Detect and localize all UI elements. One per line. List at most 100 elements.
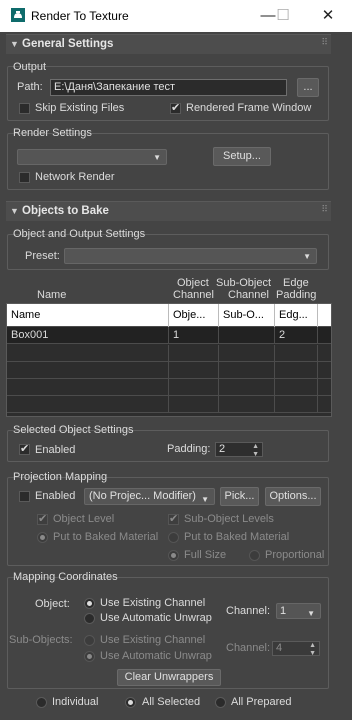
put-baked-material-label: Put to Baked Material — [53, 531, 159, 543]
maximize-button[interactable]: ☐ — [268, 4, 298, 28]
table-header-cell[interactable]: Name — [7, 304, 169, 327]
object-output-settings-label: Object and Output Settings — [13, 228, 146, 240]
app-teapot-icon — [11, 8, 25, 22]
sub-put-baked-material-radio[interactable] — [168, 532, 179, 543]
table-cell — [219, 327, 275, 344]
column-object-channel-2: Channel — [173, 289, 214, 301]
all-prepared-label: All Prepared — [231, 696, 292, 708]
table-header-cell[interactable]: Obje... — [169, 304, 219, 327]
collapse-arrow-icon: ▼ — [10, 39, 19, 49]
individual-radio[interactable] — [36, 697, 47, 708]
use-existing-channel-label: Use Existing Channel — [100, 597, 206, 609]
all-prepared-radio[interactable] — [215, 697, 226, 708]
sub-channel-spinner[interactable]: 4 ▲ ▼ — [272, 641, 320, 658]
object-label: Object: — [35, 598, 70, 610]
use-automatic-unwrap-radio[interactable] — [84, 613, 95, 624]
object-level-checkbox[interactable] — [37, 512, 48, 525]
mapping-coordinates-label: Mapping Coordinates — [13, 571, 118, 583]
table-cell: Box001 — [7, 327, 169, 344]
render-settings-label: Render Settings — [13, 127, 92, 139]
column-name-header: Name — [37, 289, 67, 301]
sub-use-automatic-unwrap-label: Use Automatic Unwrap — [100, 650, 212, 662]
projection-enabled-label: Enabled — [35, 490, 76, 502]
collapse-arrow-icon: ▼ — [10, 206, 19, 216]
column-subobject-channel-1: Sub-Object — [216, 277, 272, 289]
object-level-label: Object Level — [53, 513, 115, 525]
grip-icon: ⠿ — [321, 37, 328, 47]
rendered-frame-window-checkbox[interactable] — [170, 101, 181, 114]
chevron-down-icon: ▼ — [201, 495, 209, 504]
sub-channel-label: Channel: — [226, 642, 271, 654]
setup-button[interactable]: Setup... — [213, 147, 271, 166]
projection-mapping-label: Projection Mapping — [13, 471, 108, 483]
chevron-down-icon: ▼ — [307, 609, 315, 618]
column-edge-padding-2: Padding — [276, 289, 317, 301]
rollout-title: General Settings — [22, 38, 114, 50]
proportional-radio[interactable] — [249, 550, 260, 561]
table-row[interactable] — [7, 379, 331, 396]
table-row[interactable] — [7, 396, 331, 413]
table-header-row: Name Obje... Sub-O... Edg... — [7, 304, 331, 327]
network-render-label: Network Render — [35, 171, 115, 183]
table-row[interactable] — [7, 362, 331, 379]
padding-spinner[interactable]: 2 ▲ ▼ — [215, 442, 263, 459]
column-subobject-channel-2: Channel — [228, 289, 269, 301]
preset-dropdown[interactable]: ▼ — [64, 248, 317, 264]
chevron-down-icon: ▼ — [303, 252, 311, 261]
options-button[interactable]: Options... — [265, 487, 321, 506]
table-header-cell[interactable]: Edg... — [275, 304, 318, 327]
sub-object-levels-label: Sub-Object Levels — [184, 513, 274, 525]
table-cell: 2 — [275, 327, 318, 344]
use-automatic-unwrap-label: Use Automatic Unwrap — [100, 612, 212, 624]
sub-use-existing-channel-label: Use Existing Channel — [100, 634, 206, 646]
preset-label: Preset: — [25, 250, 60, 262]
sub-objects-label: Sub-Objects: — [9, 634, 73, 646]
projection-modifier-dropdown[interactable]: (No Projec... Modifier) ▼ — [84, 488, 215, 505]
projection-enabled-checkbox[interactable] — [19, 491, 30, 502]
rollout-title: Objects to Bake — [22, 205, 109, 217]
chevron-down-icon: ▼ — [153, 153, 161, 162]
column-object-channel-1: Object — [177, 277, 209, 289]
general-settings-rollout[interactable]: ▼ General Settings ⠿ — [6, 34, 331, 54]
path-field[interactable]: E:\Даня\Запекание тест — [50, 79, 287, 96]
all-selected-radio[interactable] — [125, 697, 136, 708]
spinner-arrows-icon[interactable]: ▲ ▼ — [309, 642, 316, 658]
sub-use-existing-channel-radio[interactable] — [84, 635, 95, 646]
table-row[interactable]: Box001 1 2 — [7, 327, 331, 344]
clear-unwrappers-button[interactable]: Clear Unwrappers — [117, 669, 221, 686]
window-title: Render To Texture — [31, 9, 129, 23]
selected-enabled-checkbox[interactable] — [19, 442, 30, 455]
sub-channel-value: 4 — [276, 642, 283, 654]
projection-modifier-value: (No Projec... Modifier) — [89, 490, 196, 502]
skip-existing-checkbox[interactable] — [19, 103, 30, 114]
spinner-arrows-icon[interactable]: ▲ ▼ — [252, 443, 259, 459]
objects-to-bake-rollout[interactable]: ▼ Objects to Bake ⠿ — [6, 201, 331, 221]
path-label: Path: — [17, 81, 43, 93]
column-edge-padding-1: Edge — [283, 277, 309, 289]
padding-label: Padding: — [167, 443, 211, 455]
proportional-label: Proportional — [265, 549, 325, 561]
render-preset-dropdown[interactable]: ▼ — [17, 149, 167, 165]
rendered-frame-window-label: Rendered Frame Window — [186, 102, 312, 114]
full-size-label: Full Size — [184, 549, 227, 561]
objects-table[interactable]: Name Obje... Sub-O... Edg... Box001 1 2 — [6, 303, 332, 417]
close-button[interactable]: ✕ — [313, 4, 343, 28]
table-row[interactable] — [7, 345, 331, 362]
sub-use-automatic-unwrap-radio[interactable] — [84, 651, 95, 662]
use-existing-channel-radio[interactable] — [84, 598, 95, 609]
put-baked-material-radio[interactable] — [37, 532, 48, 543]
full-size-radio[interactable] — [168, 550, 179, 561]
scrollbar[interactable] — [341, 32, 352, 720]
table-cell: 1 — [169, 327, 219, 344]
sub-object-levels-checkbox[interactable] — [168, 512, 179, 525]
selected-object-settings-label: Selected Object Settings — [13, 424, 134, 436]
selected-enabled-label: Enabled — [35, 444, 76, 456]
network-render-checkbox[interactable] — [19, 172, 30, 183]
browse-button[interactable]: ... — [297, 78, 319, 97]
output-group-label: Output — [13, 61, 47, 73]
pick-button[interactable]: Pick... — [220, 487, 259, 506]
channel-dropdown[interactable]: 1 ▼ — [276, 603, 321, 619]
title-bar: Render To Texture — ☐ ✕ — [0, 0, 352, 32]
all-selected-label: All Selected — [142, 696, 201, 708]
table-header-cell[interactable]: Sub-O... — [219, 304, 275, 327]
